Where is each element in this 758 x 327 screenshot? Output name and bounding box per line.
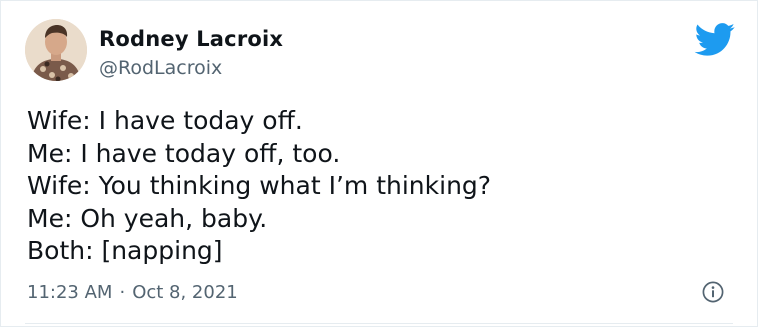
divider [25, 323, 733, 324]
tweet-line: Me: Oh yeah, baby. [27, 203, 268, 233]
author-name[interactable]: Rodney Lacroix [99, 27, 283, 51]
tweet-text: Wife: I have today off. Me: I have today… [27, 105, 491, 268]
tweet-line: Me: I have today off, too. [27, 138, 341, 168]
author-handle[interactable]: @RodLacroix [99, 57, 222, 79]
tweet-line: Both: [napping] [27, 236, 223, 266]
tweet-line: Wife: You thinking what I’m thinking? [27, 171, 492, 201]
meta-separator: · [119, 282, 126, 303]
tweet-timestamp[interactable]: 11:23 AM · Oct 8, 2021 [27, 282, 238, 303]
info-icon[interactable] [702, 281, 724, 303]
tweet-card: Rodney Lacroix @RodLacroix Wife: I have … [0, 0, 758, 327]
tweet-date[interactable]: Oct 8, 2021 [132, 282, 238, 303]
tweet-time[interactable]: 11:23 AM [27, 282, 112, 303]
tweet-line: Wife: I have today off. [27, 106, 303, 135]
twitter-bird-icon[interactable] [694, 23, 736, 57]
user-avatar[interactable] [25, 19, 87, 81]
